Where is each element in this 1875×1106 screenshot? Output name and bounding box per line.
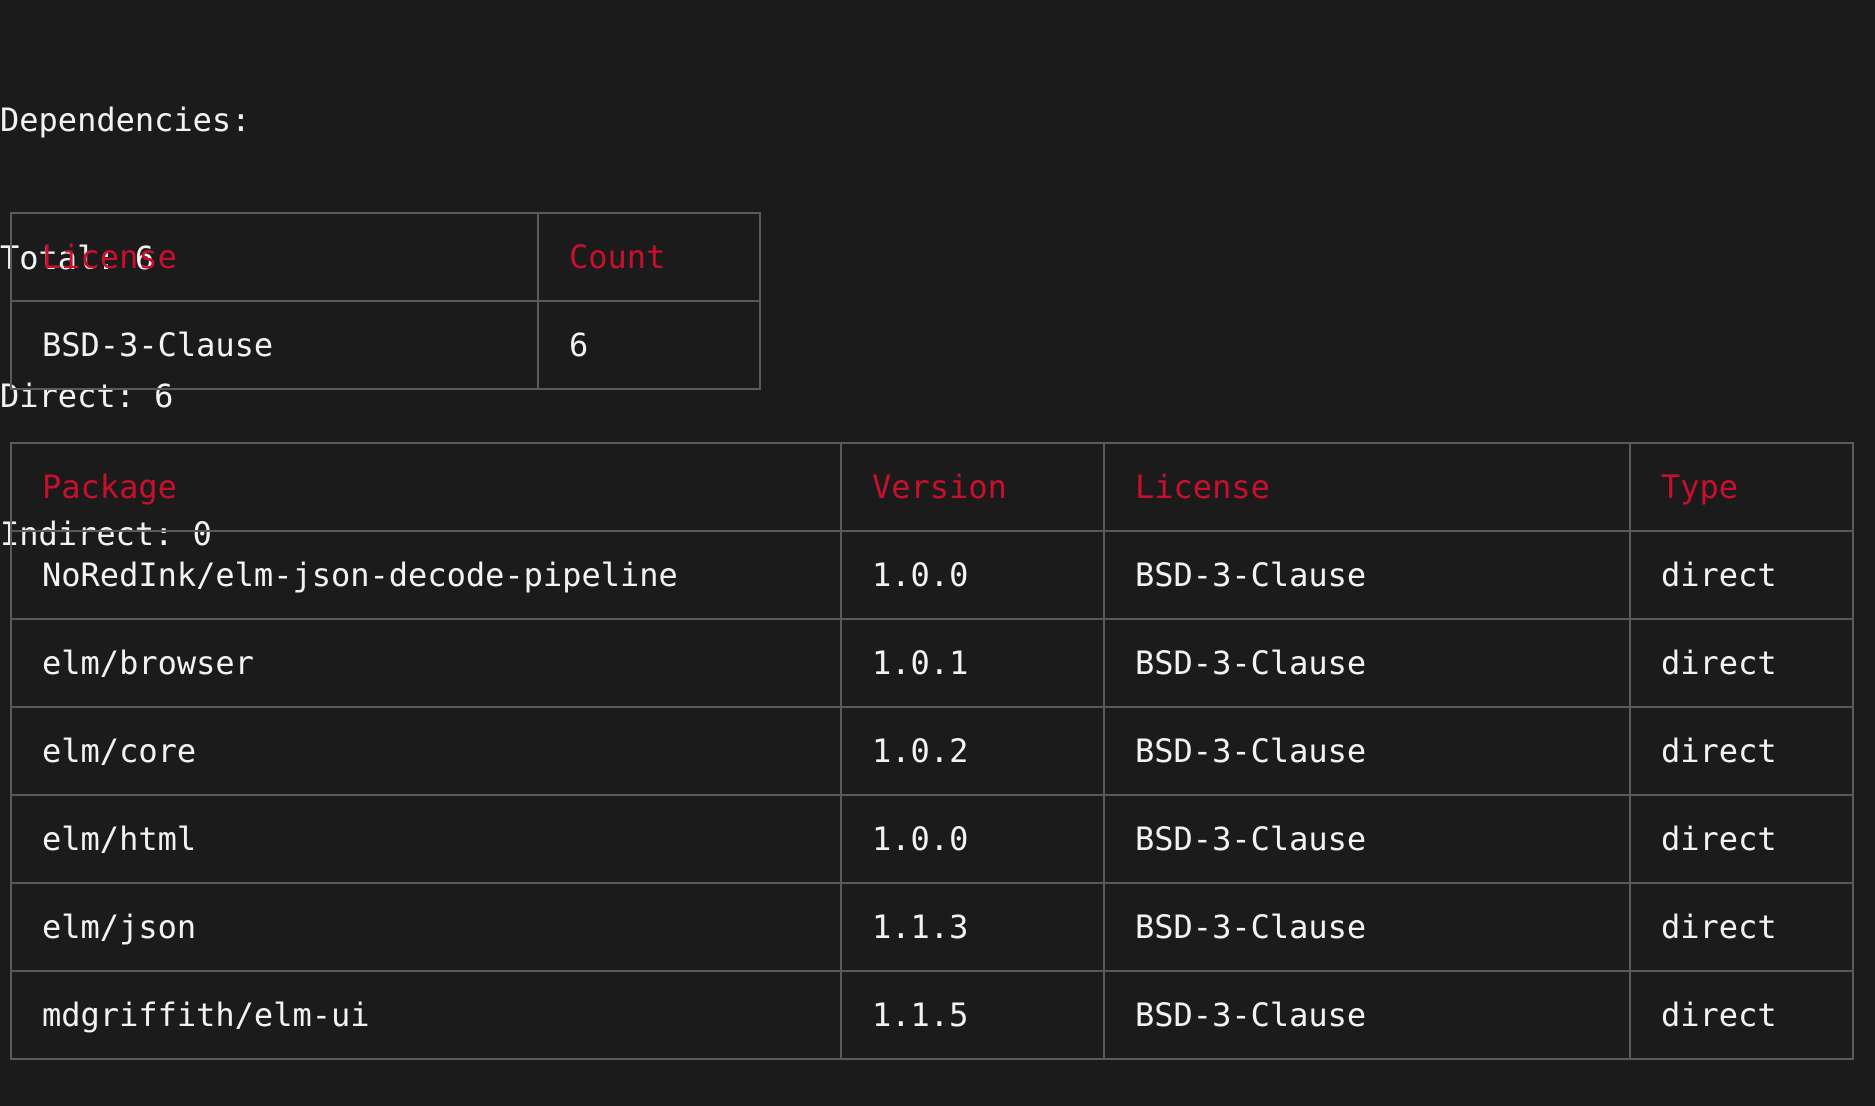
type-cell: direct	[1629, 530, 1854, 620]
package-cell: NoRedInk/elm-json-decode-pipeline	[10, 530, 842, 620]
package-cell: mdgriffith/elm-ui	[10, 970, 842, 1060]
summary-heading: Dependencies:	[0, 101, 251, 139]
table-row: elm/core 1.0.2 BSD-3-Clause direct	[10, 706, 1854, 796]
table-row: elm/json 1.1.3 BSD-3-Clause direct	[10, 882, 1854, 972]
table-row: elm/html 1.0.0 BSD-3-Clause direct	[10, 794, 1854, 884]
column-header-version: Version	[840, 442, 1105, 532]
license-cell: BSD-3-Clause	[1103, 882, 1631, 972]
type-cell: direct	[1629, 618, 1854, 708]
column-header-count: Count	[537, 212, 761, 302]
table-header-row: Package Version License Type	[10, 442, 1854, 532]
license-cell: BSD-3-Clause	[1103, 706, 1631, 796]
type-cell: direct	[1629, 882, 1854, 972]
table-row: elm/browser 1.0.1 BSD-3-Clause direct	[10, 618, 1854, 708]
table-row: mdgriffith/elm-ui 1.1.5 BSD-3-Clause dir…	[10, 970, 1854, 1060]
license-cell: BSD-3-Clause	[10, 300, 539, 390]
table-row: BSD-3-Clause 6	[10, 300, 761, 390]
column-header-license: License	[10, 212, 539, 302]
version-cell: 1.0.0	[840, 794, 1105, 884]
column-header-package: Package	[10, 442, 842, 532]
column-header-type: Type	[1629, 442, 1854, 532]
package-cell: elm/core	[10, 706, 842, 796]
package-cell: elm/json	[10, 882, 842, 972]
version-cell: 1.1.3	[840, 882, 1105, 972]
type-cell: direct	[1629, 706, 1854, 796]
license-cell: BSD-3-Clause	[1103, 530, 1631, 620]
column-header-license: License	[1103, 442, 1631, 532]
count-cell: 6	[537, 300, 761, 390]
version-cell: 1.1.5	[840, 970, 1105, 1060]
license-cell: BSD-3-Clause	[1103, 794, 1631, 884]
version-cell: 1.0.0	[840, 530, 1105, 620]
license-cell: BSD-3-Clause	[1103, 618, 1631, 708]
dependencies-table: Package Version License Type NoRedInk/el…	[10, 442, 1854, 1060]
package-cell: elm/browser	[10, 618, 842, 708]
package-cell: elm/html	[10, 794, 842, 884]
type-cell: direct	[1629, 794, 1854, 884]
table-header-row: License Count	[10, 212, 761, 302]
version-cell: 1.0.2	[840, 706, 1105, 796]
table-row: NoRedInk/elm-json-decode-pipeline 1.0.0 …	[10, 530, 1854, 620]
license-count-table: License Count BSD-3-Clause 6	[10, 212, 761, 390]
version-cell: 1.0.1	[840, 618, 1105, 708]
license-cell: BSD-3-Clause	[1103, 970, 1631, 1060]
type-cell: direct	[1629, 970, 1854, 1060]
